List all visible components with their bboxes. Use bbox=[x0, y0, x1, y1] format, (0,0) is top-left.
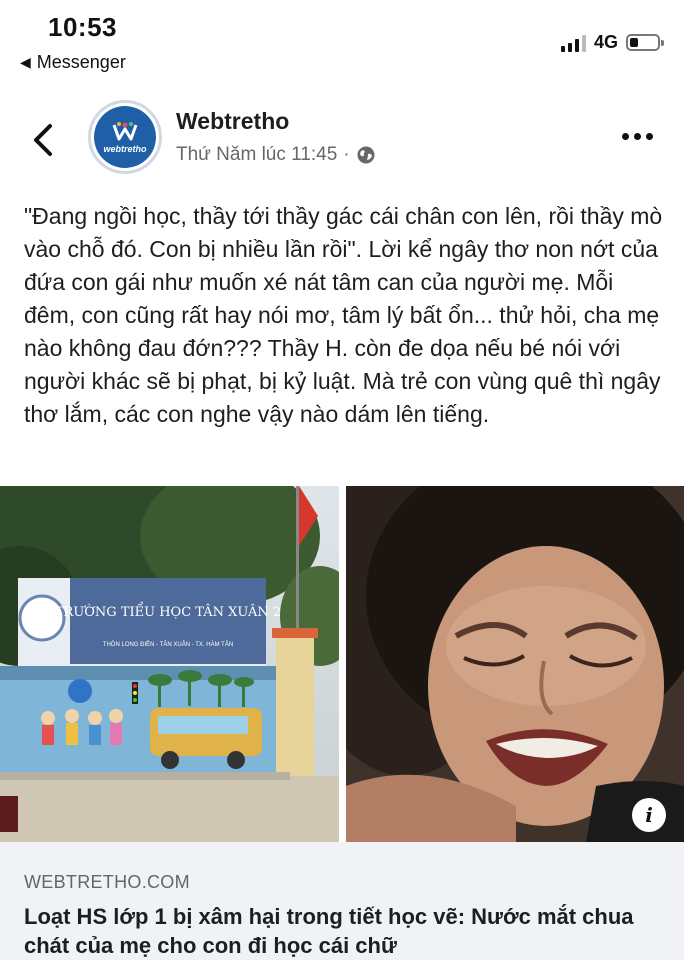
status-time: 10:53 bbox=[48, 12, 117, 42]
post-body-text: "Đang ngồi học, thầy tới thầy gác cái ch… bbox=[24, 203, 663, 427]
link-preview-card[interactable]: WEBTRETHO.COM Loạt HS lớp 1 bị xâm hại t… bbox=[0, 842, 684, 960]
post-timestamp[interactable]: Thứ Năm lúc 11:45 bbox=[176, 144, 337, 166]
school-gate-photo[interactable]: TRƯỜNG TIỂU HỌC TÂN XUÂN 2 THÔN LONG ĐIỀ… bbox=[0, 486, 339, 842]
post-header: webtretho Webtretho Thứ Năm lúc 11:45 · bbox=[0, 92, 684, 188]
back-triangle-icon: ◀ bbox=[20, 54, 31, 70]
back-to-messenger-link[interactable]: ◀ Messenger bbox=[20, 52, 126, 73]
back-chevron-icon[interactable] bbox=[28, 120, 58, 160]
link-domain: WEBTRETHO.COM bbox=[24, 872, 190, 892]
crying-mother-photo[interactable]: i bbox=[346, 486, 684, 842]
status-bar: 10:53 ◀ Messenger 4G bbox=[0, 0, 684, 82]
info-icon[interactable]: i bbox=[632, 798, 666, 832]
globe-icon bbox=[357, 146, 375, 164]
school-gate-illustration: TRƯỜNG TIỂU HỌC TÂN XUÂN 2 THÔN LONG ĐIỀ… bbox=[0, 486, 339, 842]
school-sign-subtext: THÔN LONG ĐIỀN - TÂN XUÂN - TX. HÀM TÂN bbox=[103, 641, 233, 648]
crying-woman-illustration bbox=[346, 486, 684, 842]
more-options-icon[interactable] bbox=[622, 128, 658, 144]
page-name-link[interactable]: Webtretho bbox=[176, 108, 289, 135]
battery-icon bbox=[626, 34, 664, 51]
heart-logo-icon bbox=[112, 121, 138, 140]
network-type: 4G bbox=[593, 32, 618, 52]
meta-separator: · bbox=[343, 144, 350, 165]
school-sign-text: TRƯỜNG TIỂU HỌC TÂN XUÂN 2 bbox=[55, 602, 281, 620]
logo-text: webtretho bbox=[103, 143, 147, 154]
post-meta: Thứ Năm lúc 11:45 · bbox=[176, 144, 376, 166]
back-app-label: Messenger bbox=[36, 52, 126, 72]
signal-strength-icon bbox=[560, 34, 586, 52]
link-title[interactable]: Loạt HS lớp 1 bị xâm hại trong tiết học … bbox=[24, 902, 664, 960]
webtretho-logo-icon: webtretho bbox=[94, 106, 156, 168]
page-avatar[interactable]: webtretho bbox=[88, 100, 162, 174]
status-indicators: 4G bbox=[560, 32, 664, 53]
